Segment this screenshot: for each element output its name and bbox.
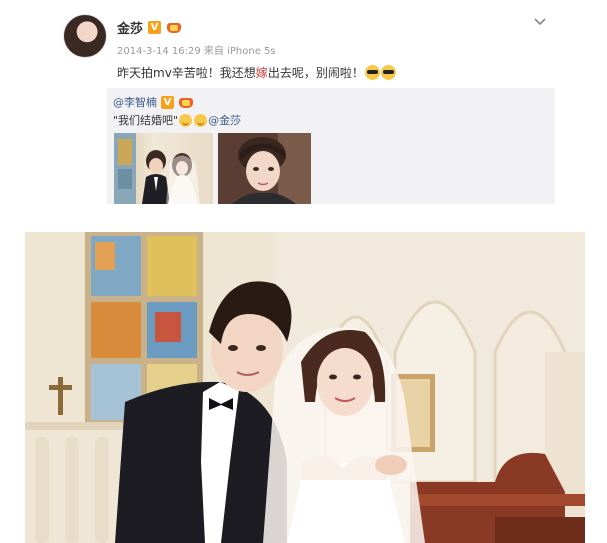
verified-badge-icon: V [161,95,174,109]
author-avatar[interactable] [63,14,107,58]
wedding-thumbnail-image [114,133,200,204]
repost-text: "我们结婚吧" @金莎 [113,112,241,128]
repost-author-name[interactable]: @李智楠 [113,94,157,110]
post-meta: 2014-3-14 16:29 来自 iPhone 5s [117,46,276,57]
wedding-thumbnail[interactable] [114,133,213,204]
portrait-thumbnail[interactable] [218,133,311,204]
verified-badge-icon: V [148,20,162,34]
author-row: 金莎 V [117,18,182,37]
wedding-photo[interactable] [25,232,585,543]
smile-emoji-icon [179,113,193,127]
repost-author-row: @李智楠 V [113,94,194,110]
repost-mention-link[interactable]: @金莎 [208,112,241,128]
weibo-post-card: 金莎 V 2014-3-14 16:29 来自 iPhone 5s 昨天拍mv辛… [52,4,559,204]
portrait-thumbnail-image [218,133,311,204]
post-text-part-1: 昨天拍mv辛苦啦！我还想 [117,66,256,80]
member-crown-icon [178,96,194,109]
author-name[interactable]: 金莎 [117,18,143,37]
wedding-photo-image [25,232,585,543]
chevron-down-icon[interactable] [533,14,547,28]
sunglasses-emoji-icon [380,65,396,80]
member-crown-icon [166,21,182,34]
repost-box: @李智楠 V "我们结婚吧" @金莎 [107,88,555,204]
post-text: 昨天拍mv辛苦啦！我还想 嫁 出去呢，别闹啦！ [117,64,396,81]
smile-emoji-icon [194,113,208,127]
sunglasses-emoji-icon [364,65,380,80]
repost-quote: "我们结婚吧" [113,114,179,127]
post-text-highlight: 嫁 [255,66,268,80]
post-text-part-2: 出去呢，别闹啦！ [267,66,364,80]
